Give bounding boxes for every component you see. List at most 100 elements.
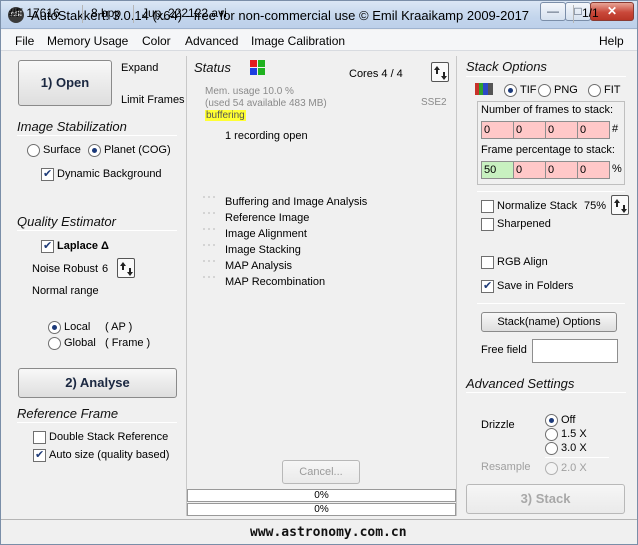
- surface-label: Surface: [43, 144, 81, 156]
- resample-2-0x-radio[interactable]: [545, 462, 558, 475]
- free-field-input[interactable]: [532, 339, 618, 363]
- local-label: Local: [64, 321, 91, 333]
- rgb-green-square: [258, 60, 265, 67]
- frame-percentage-field-3[interactable]: 0: [545, 161, 578, 179]
- num-frames-field-3[interactable]: 0: [545, 121, 578, 139]
- planet-cog-radio[interactable]: [88, 144, 101, 157]
- tif-label: TIF: [520, 84, 537, 96]
- progress-bar-2: 0%: [187, 503, 456, 516]
- global-label: Global: [64, 337, 96, 349]
- step-buffering: Buffering and Image Analysis: [225, 196, 368, 208]
- double-stack-reference-label: Double Stack Reference: [49, 431, 169, 443]
- normal-range-label: Normal range: [32, 285, 99, 297]
- local-ap-radio[interactable]: [48, 321, 61, 334]
- analyse-button[interactable]: 2) Analyse: [18, 368, 177, 398]
- stackname-options-button[interactable]: Stack(name) Options: [481, 312, 617, 332]
- buffering-badge: buffering: [205, 110, 246, 121]
- num-frames-label: Number of frames to stack:: [481, 104, 614, 116]
- num-frames-field-2[interactable]: 0: [513, 121, 546, 139]
- num-frames-suffix: #: [612, 123, 619, 135]
- divider: [17, 135, 177, 136]
- menu-advanced[interactable]: Advanced: [185, 34, 238, 48]
- drizzle-off-radio[interactable]: [545, 414, 558, 427]
- resample-label: Resample: [481, 461, 531, 473]
- surface-radio[interactable]: [27, 144, 40, 157]
- open-button[interactable]: 1) Open: [18, 60, 112, 106]
- cores-spinner[interactable]: [431, 62, 449, 82]
- num-frames-field-1[interactable]: 0: [481, 121, 514, 139]
- divider: [545, 457, 609, 458]
- menu-help[interactable]: Help: [599, 34, 624, 48]
- planet-cog-label: Planet (COG): [104, 144, 171, 156]
- global-frame-suffix: ( Frame ): [105, 337, 151, 349]
- color-stripes-icon: [475, 83, 493, 95]
- stack-button[interactable]: 3) Stack: [466, 484, 625, 514]
- save-in-folders-label: Save in Folders: [497, 280, 574, 292]
- progress-dots: [201, 191, 219, 287]
- drizzle-3-0x-radio[interactable]: [545, 442, 558, 455]
- progress-bar-1: 0%: [187, 489, 456, 502]
- reference-frame-title: Reference Frame: [17, 406, 119, 421]
- sharpened-checkbox[interactable]: [481, 218, 494, 231]
- drizzle-1-5x-radio[interactable]: [545, 428, 558, 441]
- stack-options-title: Stack Options: [466, 59, 547, 74]
- step-image-stacking: Image Stacking: [225, 244, 301, 256]
- advanced-settings-title: Advanced Settings: [466, 376, 575, 391]
- menu-color[interactable]: Color: [142, 34, 171, 48]
- num-frames-field-4[interactable]: 0: [577, 121, 610, 139]
- sharpened-label: Sharpened: [497, 218, 551, 230]
- frame-count: #F 17616: [1, 5, 83, 23]
- up-down-arrows-icon: [614, 199, 627, 213]
- laplace-checkbox[interactable]: [41, 239, 54, 253]
- normalize-stack-value: 75%: [584, 200, 607, 212]
- memory-available-text: (used 54 available 483 MB): [205, 98, 327, 109]
- save-in-folders-checkbox[interactable]: [481, 279, 494, 293]
- expand-label[interactable]: Expand: [121, 62, 158, 74]
- app-window: AS! AutoStakkert! 3.0.14 (x64) - free fo…: [0, 0, 638, 545]
- frame-percentage-field-1[interactable]: 50: [481, 161, 514, 179]
- menu-file[interactable]: File: [15, 34, 34, 48]
- auto-size-label: Auto size (quality based): [49, 449, 170, 461]
- divider: [477, 191, 625, 192]
- rgb-red-square: [250, 60, 257, 67]
- normalize-spinner[interactable]: [611, 195, 629, 215]
- quality-estimator-title: Quality Estimator: [17, 214, 116, 229]
- global-frame-radio[interactable]: [48, 337, 61, 350]
- limit-frames-label[interactable]: Limit Frames: [121, 94, 185, 106]
- resample-2-0x-label: 2.0 X: [561, 462, 587, 474]
- noise-robust-value: 6: [102, 263, 109, 275]
- cancel-button[interactable]: Cancel...: [282, 460, 360, 484]
- png-label: PNG: [554, 84, 578, 96]
- sse-label: SSE2: [421, 97, 447, 108]
- dynamic-background-checkbox[interactable]: [41, 167, 54, 181]
- up-down-arrows-icon: [120, 262, 133, 276]
- double-stack-reference-checkbox[interactable]: [33, 431, 46, 444]
- frame-percentage-field-2[interactable]: 0: [513, 161, 546, 179]
- free-field-label: Free field: [481, 344, 527, 356]
- frame-percentage-field-4[interactable]: 0: [577, 161, 610, 179]
- file-name: Jup_222122.avi: [134, 5, 574, 23]
- tif-radio[interactable]: [504, 84, 517, 97]
- step-map-analysis: MAP Analysis: [225, 260, 293, 272]
- auto-size-checkbox[interactable]: [33, 448, 46, 462]
- rgb-channels-icon: [250, 60, 266, 76]
- cores-count: Cores 4 / 4: [349, 68, 403, 80]
- normalize-stack-label: Normalize Stack: [497, 200, 578, 212]
- rgb-align-checkbox[interactable]: [481, 256, 494, 269]
- frame-percentage-label: Frame percentage to stack:: [481, 144, 615, 156]
- rgb-align-label: RGB Align: [497, 256, 548, 268]
- normalize-stack-checkbox[interactable]: [481, 200, 494, 213]
- frame-percentage-suffix: %: [612, 163, 622, 175]
- png-radio[interactable]: [538, 84, 551, 97]
- noise-robust-spinner[interactable]: [117, 258, 135, 278]
- menu-image-calibration[interactable]: Image Calibration: [251, 34, 345, 48]
- fit-label: FIT: [604, 84, 621, 96]
- drizzle-off-label: Off: [561, 414, 576, 426]
- memory-usage-text: Mem. usage 10.0 %: [205, 86, 294, 97]
- fit-radio[interactable]: [588, 84, 601, 97]
- divider: [466, 392, 626, 393]
- menu-memory-usage[interactable]: Memory Usage: [47, 34, 128, 48]
- dynamic-background-label: Dynamic Background: [57, 168, 162, 180]
- local-ap-suffix: ( AP ): [105, 321, 133, 333]
- step-reference-image: Reference Image: [225, 212, 310, 224]
